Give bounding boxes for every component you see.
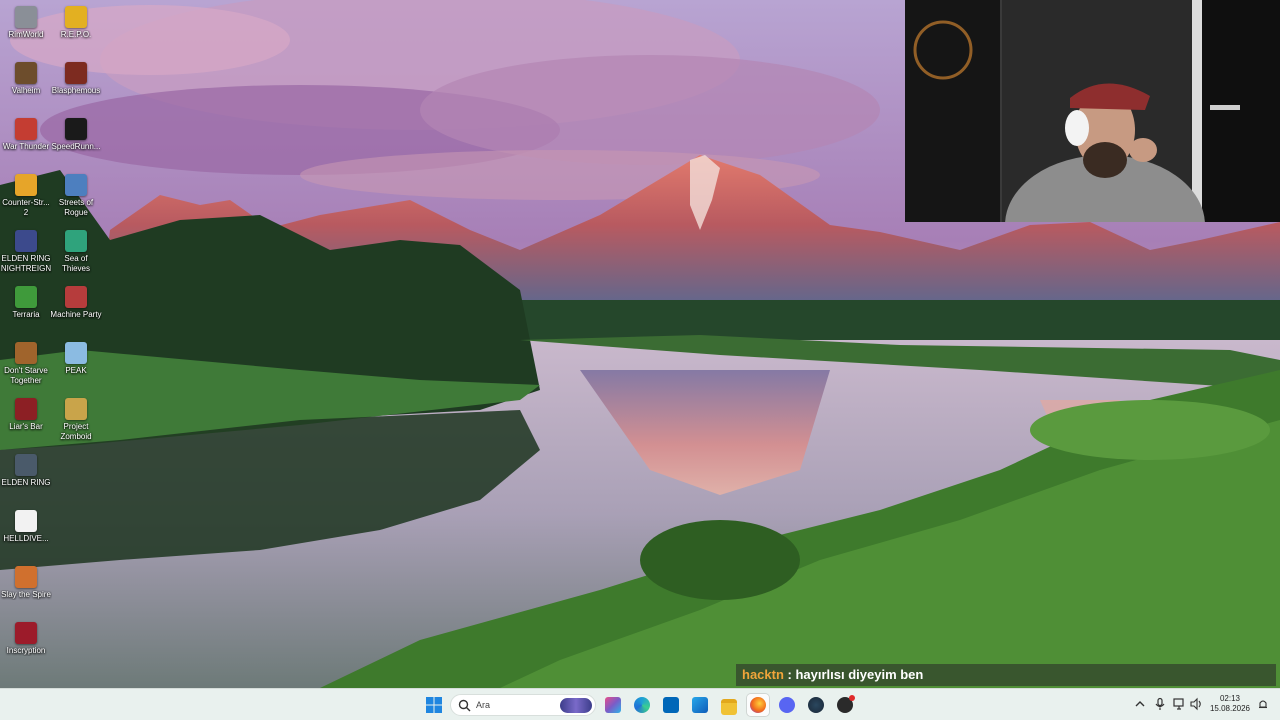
firefox-button[interactable] — [747, 694, 769, 716]
desktop-icon[interactable]: Streets of Rogue — [50, 174, 102, 218]
desktop-icon-label: Valheim — [11, 86, 41, 95]
desktop-icon[interactable]: War Thunder — [0, 118, 52, 152]
desktop-icon[interactable]: RimWorld — [0, 6, 52, 40]
notification-bell-icon[interactable] — [1258, 698, 1268, 710]
edge-button[interactable] — [631, 694, 653, 716]
microphone-icon[interactable] — [1153, 697, 1167, 711]
app-shortcut-icon — [15, 566, 37, 588]
desktop-icon[interactable]: Liar's Bar — [0, 398, 52, 432]
app-shortcut-icon — [15, 62, 37, 84]
desktop-icon-label: HELLDIVE... — [3, 534, 49, 543]
volume-icon[interactable] — [1189, 697, 1203, 711]
discord-button[interactable] — [776, 694, 798, 716]
discord-icon — [779, 697, 795, 713]
desktop-icon[interactable]: SpeedRunn... — [50, 118, 102, 152]
desktop-icon-label: Liar's Bar — [9, 422, 43, 431]
desktop-icon-label: ELDEN RING — [1, 478, 51, 487]
app-shortcut-icon — [65, 286, 87, 308]
desktop-icon[interactable]: Terraria — [0, 286, 52, 320]
desktop-icon-label: R.E.P.O. — [60, 30, 92, 39]
chat-message-text: hayırlısı diyeyim ben — [795, 667, 924, 682]
app-shortcut-icon — [65, 174, 87, 196]
firefox-icon — [750, 697, 766, 713]
desktop-icon-label: Sea of Thieves — [61, 254, 90, 273]
store-icon — [663, 697, 679, 713]
app-shortcut-icon — [15, 230, 37, 252]
app-shortcut-icon — [15, 342, 37, 364]
desktop-icon[interactable]: Machine Party — [50, 286, 102, 320]
app-shortcut-icon — [65, 398, 87, 420]
desktop-icon[interactable]: Valheim — [0, 62, 52, 96]
chevron-up-icon[interactable] — [1133, 697, 1147, 711]
windows-start-icon — [426, 697, 442, 713]
desktop-icon[interactable]: Sea of Thieves — [50, 230, 102, 274]
task-view-button[interactable] — [602, 694, 624, 716]
recording-badge — [849, 695, 855, 701]
desktop-icon-label: Inscryption — [6, 646, 46, 655]
desktop-icon[interactable]: ELDEN RING — [0, 454, 52, 488]
desktop-icon-label: PEAK — [65, 366, 87, 375]
desktop-icon[interactable]: Project Zomboid — [50, 398, 102, 442]
app-shortcut-icon — [15, 510, 37, 532]
clock-date: 15.08.2026 — [1209, 704, 1251, 713]
app-shortcut-icon — [15, 286, 37, 308]
app-shortcut-icon — [65, 6, 87, 28]
webcam-overlay — [905, 0, 1280, 222]
desktop-icon-label: Counter-Str... 2 — [2, 198, 50, 217]
system-clock[interactable]: 02:13 15.08.2026 — [1206, 694, 1254, 714]
app-shortcut-icon — [65, 342, 87, 364]
search-placeholder: Ara — [476, 700, 491, 710]
file-explorer-button[interactable] — [718, 694, 740, 716]
app-shortcut-icon — [15, 622, 37, 644]
desktop-icon-label: Don't Starve Together — [4, 366, 48, 385]
desktop-icon[interactable]: Don't Starve Together — [0, 342, 52, 386]
desktop-icon[interactable]: HELLDIVE... — [0, 510, 52, 544]
steam-icon — [808, 697, 824, 713]
app-shortcut-icon — [15, 174, 37, 196]
chat-separator: : — [783, 667, 796, 682]
search-icon — [458, 699, 471, 712]
obs-button[interactable] — [834, 694, 856, 716]
file-explorer-icon — [721, 699, 737, 715]
app-shortcut-icon — [65, 118, 87, 140]
desktop-icon[interactable]: PEAK — [50, 342, 102, 376]
app-shortcut-icon — [65, 230, 87, 252]
taskbar-search-box[interactable]: Ara — [450, 694, 596, 716]
app-shortcut-icon — [65, 62, 87, 84]
desktop-icon[interactable]: Blasphemous — [50, 62, 102, 96]
app-shortcut-icon — [15, 398, 37, 420]
app-shortcut-icon — [15, 118, 37, 140]
store-button[interactable] — [660, 694, 682, 716]
taskbar: Ara 02:13 15.08.2026 — [0, 688, 1280, 720]
chat-username: hacktn — [742, 667, 784, 682]
app-shortcut-icon — [15, 6, 37, 28]
desktop-icon-label: ELDEN RING NIGHTREIGN — [0, 254, 52, 273]
desktop-icon-label: Terraria — [12, 310, 40, 319]
desktop-icon[interactable]: Slay the Spire — [0, 566, 52, 600]
network-icon[interactable] — [1172, 697, 1186, 711]
steam-button[interactable] — [805, 694, 827, 716]
desktop-icon-label: Project Zomboid — [60, 422, 92, 441]
desktop-icon-label: War Thunder — [2, 142, 50, 151]
desktop-icon-label: Slay the Spire — [1, 590, 51, 599]
desktop-icon-label: Blasphemous — [51, 86, 101, 95]
desktop-icon[interactable]: Inscryption — [0, 622, 52, 656]
desktop-icon[interactable]: R.E.P.O. — [50, 6, 102, 40]
desktop-icon-label: Machine Party — [50, 310, 102, 319]
desktop-icon[interactable]: ELDEN RING NIGHTREIGN — [0, 230, 52, 274]
desktop-icon[interactable]: Counter-Str... 2 — [0, 174, 52, 218]
edge-icon — [634, 697, 650, 713]
app-shortcut-icon — [15, 454, 37, 476]
desktop-icon-label: RimWorld — [8, 30, 44, 39]
desktop-icon-label: Streets of Rogue — [58, 198, 94, 217]
outlook-button[interactable] — [689, 694, 711, 716]
desktop-icon-label: SpeedRunn... — [51, 142, 101, 151]
task-view-icon — [605, 697, 621, 713]
outlook-icon — [692, 697, 708, 713]
start-button[interactable] — [423, 694, 445, 716]
search-highlight-icon — [560, 698, 592, 713]
chat-message-overlay: hacktn : hayırlısı diyeyim ben — [736, 664, 1276, 686]
clock-time: 02:13 — [1219, 694, 1241, 703]
